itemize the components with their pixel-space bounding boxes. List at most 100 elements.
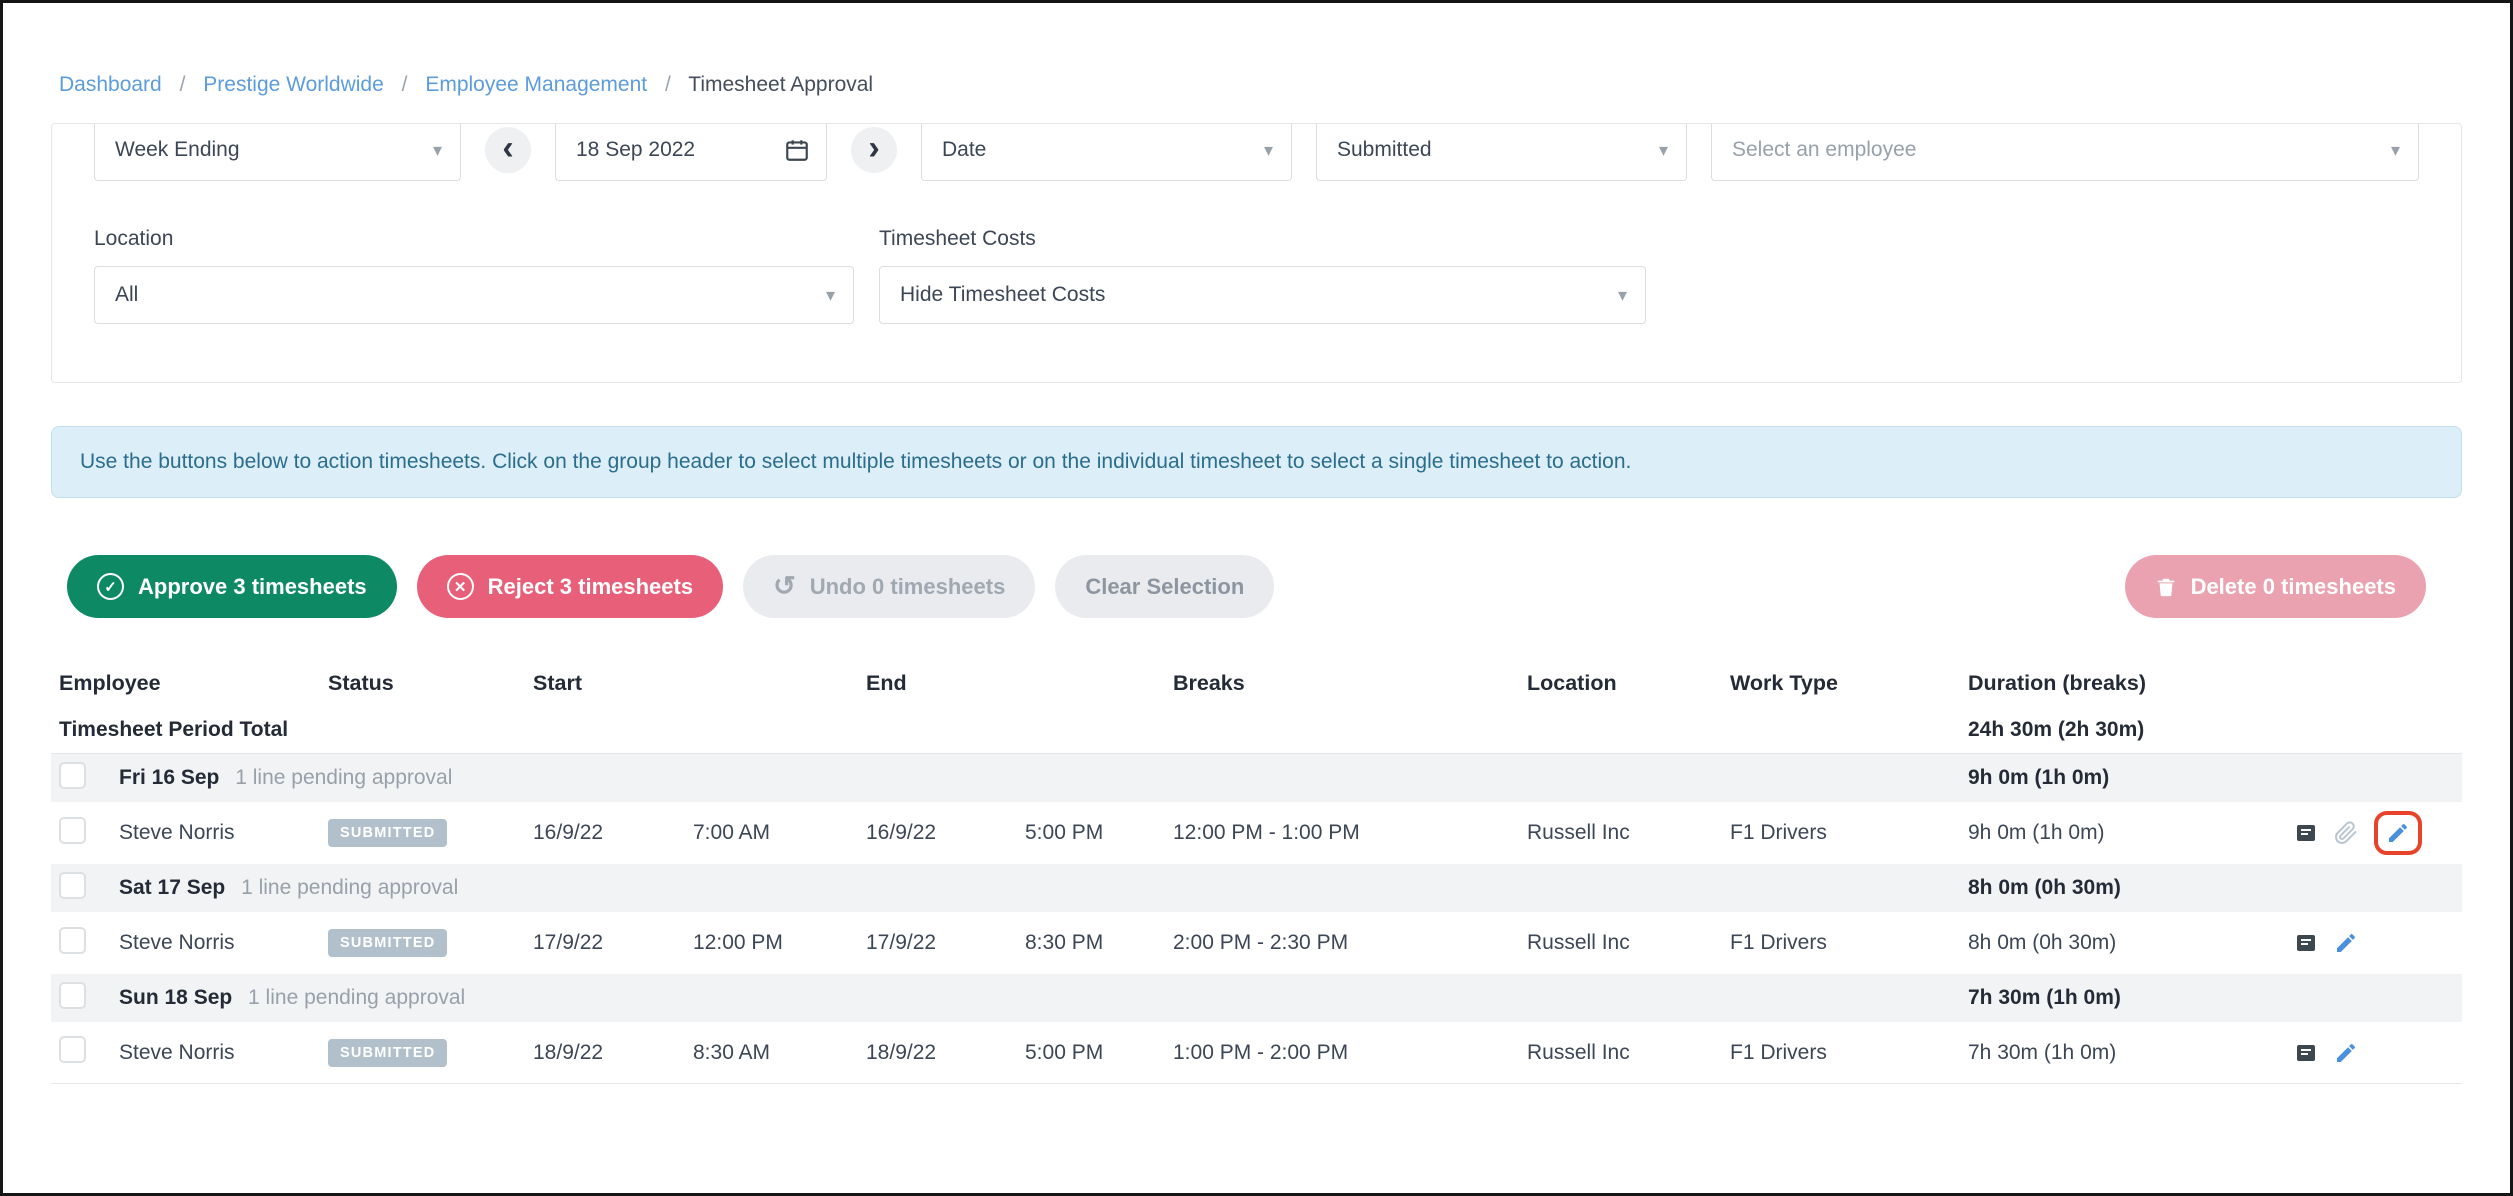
column-header-work-type: Work Type [1730, 671, 1968, 696]
employee-name: Steve Norris [119, 821, 328, 845]
end-date: 17/9/22 [866, 931, 1025, 955]
timesheet-row[interactable]: Steve Norris SUBMITTED 17/9/22 12:00 PM … [51, 912, 2462, 974]
timesheet-row[interactable]: Steve Norris SUBMITTED 16/9/22 7:00 AM 1… [51, 802, 2462, 864]
work-type-value: F1 Drivers [1730, 931, 1968, 955]
delete-button-label: Delete 0 timesheets [2191, 574, 2396, 600]
previous-week-button[interactable]: ‹ [485, 127, 531, 173]
chevron-down-icon: ▾ [1659, 140, 1668, 161]
status-filter-select[interactable]: Submitted ▾ [1316, 123, 1687, 181]
column-header-duration: Duration (breaks) [1968, 671, 2294, 696]
edit-pencil-icon[interactable] [2334, 931, 2358, 955]
location-filter-group: Location All ▾ [94, 227, 854, 324]
undo-button-label: Undo 0 timesheets [810, 574, 1006, 600]
breadcrumb-employee-management[interactable]: Employee Management [425, 73, 647, 96]
breadcrumb-company[interactable]: Prestige Worldwide [203, 73, 384, 96]
group-header-row[interactable]: Sun 18 Sep 1 line pending approval 7h 30… [51, 974, 2462, 1022]
group-checkbox[interactable] [59, 762, 86, 789]
week-ending-date-picker[interactable]: 18 Sep 2022 [555, 123, 827, 181]
table-header-row: Employee Status Start End Breaks Locatio… [51, 660, 2462, 706]
status-filter-value: Submitted [1337, 138, 1432, 162]
info-banner: Use the buttons below to action timeshee… [51, 426, 2462, 498]
week-ending-value: Week Ending [115, 138, 240, 162]
work-type-value: F1 Drivers [1730, 821, 1968, 845]
trash-icon [2155, 576, 2177, 598]
clear-selection-button[interactable]: Clear Selection [1055, 555, 1274, 618]
start-time: 8:30 AM [693, 1041, 866, 1065]
location-label: Location [94, 227, 854, 251]
row-checkbox[interactable] [59, 1036, 86, 1063]
location-select[interactable]: All ▾ [94, 266, 854, 324]
timesheet-costs-value: Hide Timesheet Costs [900, 283, 1105, 307]
end-time: 5:00 PM [1025, 821, 1173, 845]
period-total-label: Timesheet Period Total [59, 718, 1968, 742]
group-checkbox[interactable] [59, 872, 86, 899]
breadcrumb: Dashboard / Prestige Worldwide / Employe… [3, 3, 2510, 97]
period-total-duration: 24h 30m (2h 30m) [1968, 718, 2294, 742]
status-badge: SUBMITTED [328, 819, 447, 847]
column-header-end: End [866, 671, 1173, 696]
start-date: 18/9/22 [533, 1041, 693, 1065]
work-type-value: F1 Drivers [1730, 1041, 1968, 1065]
notes-icon[interactable] [2294, 931, 2318, 955]
end-time: 8:30 PM [1025, 931, 1173, 955]
timesheet-row[interactable]: Steve Norris SUBMITTED 18/9/22 8:30 AM 1… [51, 1022, 2462, 1084]
delete-button[interactable]: Delete 0 timesheets [2125, 555, 2426, 618]
undo-icon: ↺ [773, 571, 796, 602]
start-time: 12:00 PM [693, 931, 866, 955]
edit-pencil-icon[interactable] [2386, 821, 2410, 845]
week-ending-select[interactable]: Week Ending ▾ [94, 123, 461, 181]
reject-button-label: Reject 3 timesheets [488, 574, 693, 600]
group-date: Sun 18 Sep [119, 986, 232, 1009]
breadcrumb-dashboard[interactable]: Dashboard [59, 73, 162, 96]
filter-panel: Week Ending ▾ ‹ 18 Sep 2022 › Date ▾ [51, 123, 2462, 383]
group-pending-note: 1 line pending approval [241, 876, 458, 899]
edit-pencil-icon[interactable] [2334, 1041, 2358, 1065]
group-duration: 9h 0m (1h 0m) [1968, 766, 2294, 790]
end-time: 5:00 PM [1025, 1041, 1173, 1065]
filter-row-bottom: Location All ▾ Timesheet Costs Hide Time… [94, 227, 2419, 324]
timesheet-table: Employee Status Start End Breaks Locatio… [51, 660, 2462, 1084]
column-header-location: Location [1527, 671, 1730, 696]
date-value: 18 Sep 2022 [576, 138, 695, 162]
status-badge: SUBMITTED [328, 929, 447, 957]
notes-icon[interactable] [2294, 1041, 2318, 1065]
reject-button[interactable]: ✕ Reject 3 timesheets [417, 555, 723, 618]
action-toolbar: ✓ Approve 3 timesheets ✕ Reject 3 timesh… [67, 555, 2426, 618]
end-date: 16/9/22 [866, 821, 1025, 845]
group-header-row[interactable]: Sat 17 Sep 1 line pending approval 8h 0m… [51, 864, 2462, 912]
location-value: All [115, 283, 138, 307]
row-duration: 7h 30m (1h 0m) [1968, 1041, 2294, 1065]
approve-button[interactable]: ✓ Approve 3 timesheets [67, 555, 397, 618]
group-duration: 7h 30m (1h 0m) [1968, 986, 2294, 1010]
chevron-down-icon: ▾ [1264, 140, 1273, 161]
chevron-down-icon: ▾ [2391, 140, 2400, 161]
info-banner-text: Use the buttons below to action timeshee… [80, 450, 1631, 474]
group-header-row[interactable]: Fri 16 Sep 1 line pending approval 9h 0m… [51, 754, 2462, 802]
start-date: 16/9/22 [533, 821, 693, 845]
location-value: Russell Inc [1527, 821, 1730, 845]
row-checkbox[interactable] [59, 927, 86, 954]
end-date: 18/9/22 [866, 1041, 1025, 1065]
timesheet-costs-select[interactable]: Hide Timesheet Costs ▾ [879, 266, 1646, 324]
group-pending-note: 1 line pending approval [235, 766, 452, 789]
start-date: 17/9/22 [533, 931, 693, 955]
status-badge: SUBMITTED [328, 1039, 447, 1067]
annotation-highlight [2374, 811, 2422, 855]
employee-name: Steve Norris [119, 1041, 328, 1065]
date-display-select[interactable]: Date ▾ [921, 123, 1292, 181]
breadcrumb-separator: / [180, 73, 186, 96]
paperclip-icon[interactable] [2334, 821, 2358, 845]
row-checkbox[interactable] [59, 817, 86, 844]
notes-icon[interactable] [2294, 821, 2318, 845]
next-week-button[interactable]: › [851, 127, 897, 173]
row-duration: 8h 0m (0h 30m) [1968, 931, 2294, 955]
chevron-down-icon: ▾ [1618, 285, 1627, 306]
group-checkbox[interactable] [59, 982, 86, 1009]
employee-select[interactable]: Select an employee ▾ [1711, 123, 2419, 181]
undo-button[interactable]: ↺ Undo 0 timesheets [743, 555, 1035, 618]
timesheet-costs-filter-group: Timesheet Costs Hide Timesheet Costs ▾ [879, 227, 1646, 324]
group-duration: 8h 0m (0h 30m) [1968, 876, 2294, 900]
breaks-value: 12:00 PM - 1:00 PM [1173, 821, 1527, 845]
employee-name: Steve Norris [119, 931, 328, 955]
period-total-row: Timesheet Period Total 24h 30m (2h 30m) [51, 706, 2462, 754]
